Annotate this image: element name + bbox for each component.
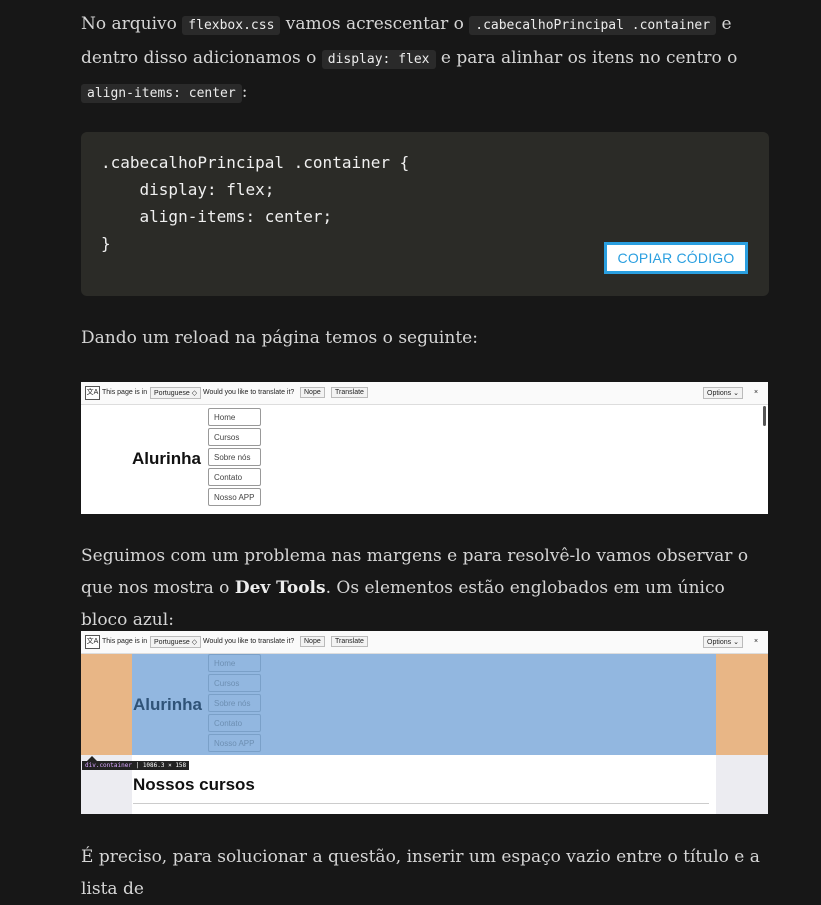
inline-code-display: display: flex — [321, 50, 436, 69]
options-select[interactable]: Options ⌄ — [703, 636, 743, 648]
nav-item[interactable]: Cursos — [208, 428, 261, 446]
section-divider — [133, 803, 709, 804]
translate-page-is-in: This page is in — [102, 389, 148, 396]
translate-icon: 文A — [85, 635, 100, 649]
inline-code-file: flexbox.css — [182, 16, 281, 35]
intro-text: No arquivo — [81, 14, 183, 34]
margin-highlight-left — [81, 654, 132, 755]
site-nav: Home Cursos Sobre nós Contato Nosso APP — [208, 408, 261, 508]
translate-bar: 文A This page is in Portuguese ◇ Would yo… — [81, 382, 768, 405]
nav-item[interactable]: Contato — [208, 714, 261, 732]
tooltip-selector: div.container — [85, 762, 132, 769]
devtools-tooltip: div.container | 1086.3 × 158 — [82, 761, 190, 770]
close-icon[interactable]: × — [754, 638, 758, 645]
translate-button[interactable]: Translate — [331, 636, 368, 647]
site-logo: Alurinha — [133, 695, 202, 714]
inline-code-selector: .cabecalhoPrincipal .container — [469, 16, 717, 35]
nope-button[interactable]: Nope — [300, 387, 325, 398]
solution-paragraph: É preciso, para solucionar a questão, in… — [81, 847, 760, 899]
reload-paragraph: Dando um reload na página temos o seguin… — [81, 328, 478, 348]
page-screenshot-2: 文A This page is in Portuguese ◇ Would yo… — [81, 631, 768, 814]
options-select[interactable]: Options ⌄ — [703, 387, 743, 399]
inline-code-align: align-items: center — [81, 84, 242, 103]
nope-button[interactable]: Nope — [300, 636, 325, 647]
close-icon[interactable]: × — [754, 389, 758, 396]
code-content: .cabecalhoPrincipal .container { display… — [101, 153, 410, 253]
nav-item[interactable]: Contato — [208, 468, 261, 486]
nav-item[interactable]: Home — [208, 654, 261, 672]
scrollbar[interactable] — [763, 406, 766, 426]
language-select[interactable]: Portuguese ◇ — [150, 636, 202, 648]
intro-text: : — [241, 82, 248, 102]
intro-paragraph: No arquivo flexbox.css vamos acrescentar… — [81, 8, 769, 110]
language-select[interactable]: Portuguese ◇ — [150, 387, 202, 399]
devtools-paragraph: Seguimos com um problema nas margens e p… — [81, 540, 769, 636]
intro-text: e para alinhar os itens no centro o — [435, 48, 738, 68]
translate-question: Would you like to translate it? — [203, 389, 295, 396]
translate-page-is-in: This page is in — [102, 638, 148, 645]
nav-item[interactable]: Cursos — [208, 674, 261, 692]
nav-item[interactable]: Nosso APP — [208, 488, 261, 506]
tooltip-size: 1086.3 × 158 — [142, 762, 187, 769]
translate-question: Would you like to translate it? — [203, 638, 295, 645]
devtools-term: Dev Tools — [234, 578, 326, 598]
nav-item[interactable]: Nosso APP — [208, 734, 261, 752]
site-logo: Alurinha — [132, 449, 201, 468]
section-title: Nossos cursos — [133, 775, 255, 794]
nav-item[interactable]: Home — [208, 408, 261, 426]
copy-code-button[interactable]: COPIAR CÓDIGO — [604, 242, 748, 274]
translate-icon: 文A — [85, 386, 100, 400]
code-block: .cabecalhoPrincipal .container { display… — [81, 132, 769, 296]
intro-text: vamos acrescentar o — [280, 14, 470, 34]
margin-highlight-right — [716, 654, 768, 755]
translate-button[interactable]: Translate — [331, 387, 368, 398]
nav-item[interactable]: Sobre nós — [208, 694, 261, 712]
nav-item[interactable]: Sobre nós — [208, 448, 261, 466]
page-screenshot-1: 文A This page is in Portuguese ◇ Would yo… — [81, 382, 768, 514]
site-nav: Home Cursos Sobre nós Contato Nosso APP — [208, 654, 261, 754]
translate-bar: 文A This page is in Portuguese ◇ Would yo… — [81, 631, 768, 654]
